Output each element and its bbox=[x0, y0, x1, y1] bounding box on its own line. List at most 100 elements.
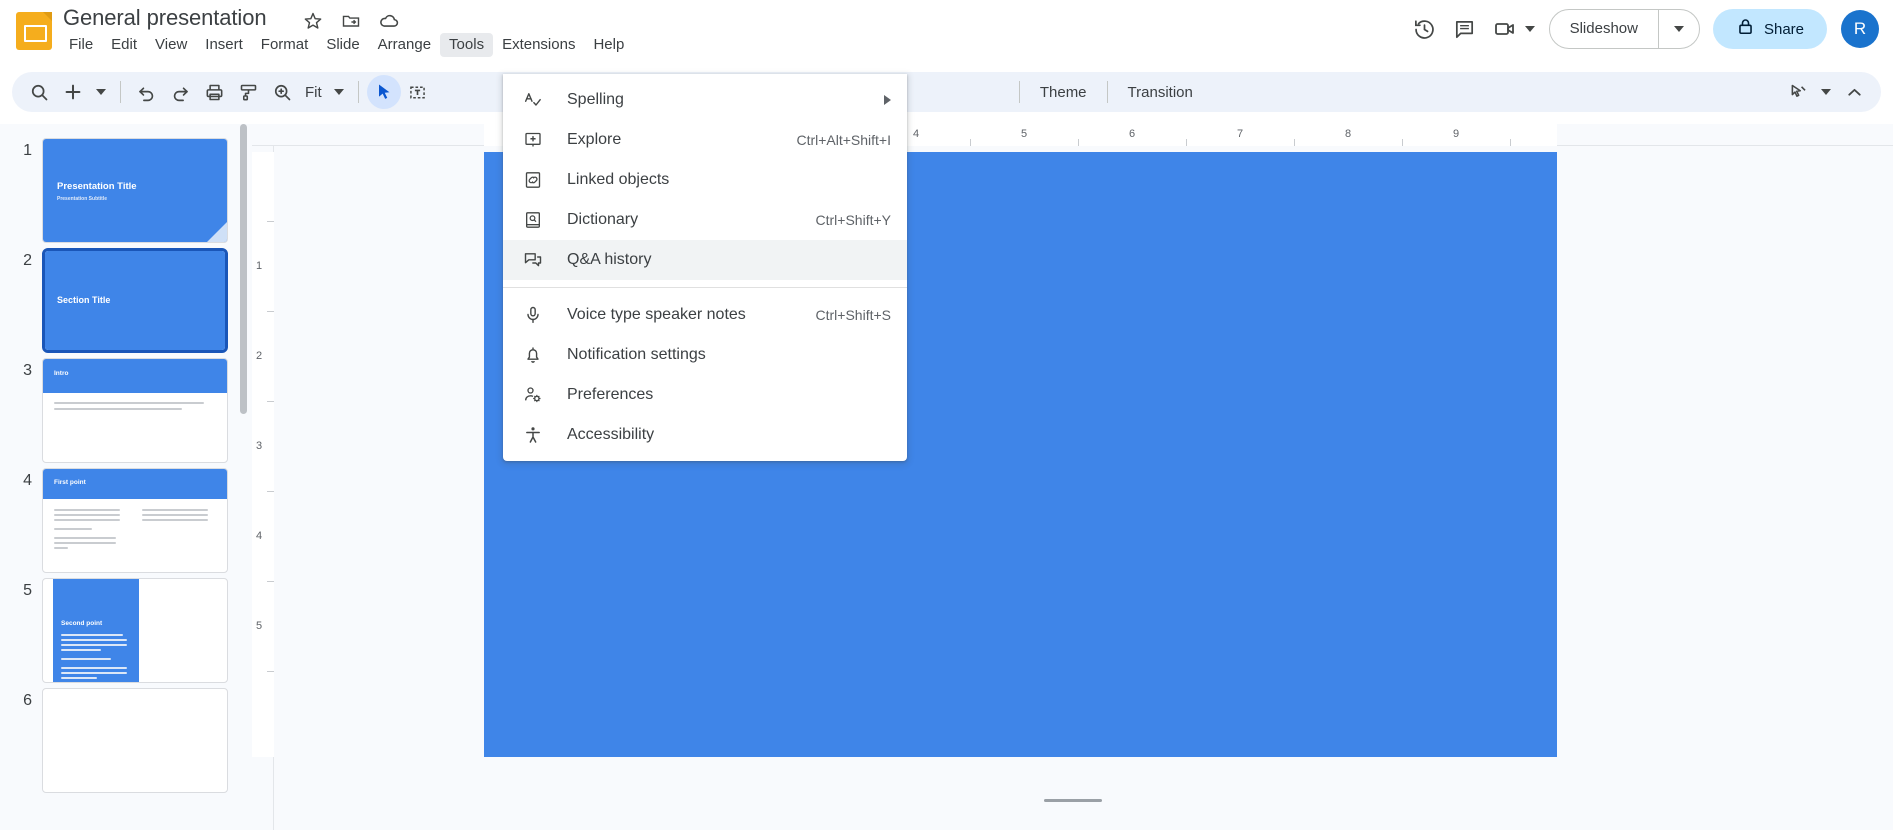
menu-format[interactable]: Format bbox=[252, 33, 318, 57]
menu-item-voice-type-speaker-notes[interactable]: Voice type speaker notes Ctrl+Shift+S bbox=[503, 295, 907, 335]
slide-number: 2 bbox=[23, 252, 32, 269]
ruler-tick-v: 5 bbox=[256, 620, 263, 632]
menu-arrange[interactable]: Arrange bbox=[369, 33, 440, 57]
text-box-icon[interactable] bbox=[401, 75, 435, 109]
zoom-chevron-down-icon[interactable] bbox=[328, 75, 350, 109]
menu-bar: File Edit View Insert Format Slide Arran… bbox=[60, 33, 633, 57]
slideshow-options-button[interactable] bbox=[1659, 10, 1699, 48]
filmstrip-slide-2[interactable]: 2 Section Title bbox=[0, 248, 252, 356]
menu-item-label: Explore bbox=[567, 131, 622, 148]
filmstrip-slide-4[interactable]: 4 First point bbox=[0, 468, 252, 576]
share-button[interactable]: Share bbox=[1712, 9, 1827, 49]
menu-insert[interactable]: Insert bbox=[196, 33, 252, 57]
menu-item-label: Spelling bbox=[567, 91, 624, 108]
menu-item-dictionary[interactable]: Dictionary Ctrl+Shift+Y bbox=[503, 200, 907, 240]
laser-pointer-icon[interactable] bbox=[1781, 75, 1815, 109]
main-toolbar: Fit Theme Transition bbox=[12, 72, 1881, 112]
menu-help[interactable]: Help bbox=[584, 33, 633, 57]
ruler-tick-h: 6 bbox=[1128, 128, 1136, 140]
add-slide-chevron-down-icon[interactable] bbox=[90, 75, 112, 109]
thumb-title: Second point bbox=[61, 620, 103, 627]
bell-icon bbox=[521, 343, 545, 367]
ruler-active-region-v bbox=[252, 152, 274, 757]
explore-icon bbox=[521, 128, 545, 152]
filmstrip-slide-1[interactable]: 1 Presentation Title Presentation Subtit… bbox=[0, 138, 252, 246]
cloud-saved-icon[interactable] bbox=[378, 10, 400, 32]
comment-icon[interactable] bbox=[1445, 9, 1485, 49]
theme-button[interactable]: Theme bbox=[1028, 78, 1099, 107]
lock-icon bbox=[1736, 17, 1755, 41]
menu-item-qa-history[interactable]: Q&A history bbox=[503, 240, 907, 280]
speaker-notes-resize-handle[interactable] bbox=[1043, 799, 1102, 802]
meet-camera-icon[interactable] bbox=[1485, 9, 1525, 49]
collapse-toolbar-icon[interactable] bbox=[1837, 75, 1871, 109]
microphone-icon bbox=[521, 303, 545, 327]
avatar[interactable]: R bbox=[1841, 10, 1879, 48]
thumb-title: Presentation Title bbox=[57, 181, 137, 192]
print-icon[interactable] bbox=[197, 75, 231, 109]
menu-separator bbox=[503, 287, 907, 288]
linked-objects-icon bbox=[521, 168, 545, 192]
star-icon[interactable] bbox=[302, 10, 324, 32]
menu-item-linked-objects[interactable]: Linked objects bbox=[503, 160, 907, 200]
slide-filmstrip[interactable]: 1 Presentation Title Presentation Subtit… bbox=[0, 124, 252, 830]
menu-item-spelling[interactable]: Spelling bbox=[503, 80, 907, 120]
slide-thumbnail[interactable] bbox=[42, 688, 228, 793]
meet-button[interactable] bbox=[1485, 9, 1537, 49]
menu-tools[interactable]: Tools bbox=[440, 33, 494, 57]
menu-view[interactable]: View bbox=[146, 33, 196, 57]
search-icon[interactable] bbox=[22, 75, 56, 109]
menu-slide[interactable]: Slide bbox=[317, 33, 368, 57]
thumb-title: First point bbox=[54, 479, 86, 486]
google-slides-window: General presentation File Edit View Inse… bbox=[0, 0, 1893, 830]
menu-item-label: Q&A history bbox=[567, 251, 652, 268]
thumb-header-band bbox=[43, 359, 227, 393]
slide-number: 5 bbox=[23, 582, 32, 599]
document-title[interactable]: General presentation bbox=[63, 5, 267, 31]
redo-icon[interactable] bbox=[163, 75, 197, 109]
menu-item-label: Notification settings bbox=[567, 346, 706, 363]
add-slide-icon[interactable] bbox=[56, 75, 90, 109]
transition-button[interactable]: Transition bbox=[1116, 78, 1205, 107]
undo-icon[interactable] bbox=[129, 75, 163, 109]
slide-number: 4 bbox=[23, 472, 32, 489]
move-to-folder-icon[interactable] bbox=[340, 10, 362, 32]
zoom-icon[interactable] bbox=[265, 75, 299, 109]
slide-thumbnail[interactable]: First point bbox=[42, 468, 228, 573]
slide-thumbnail[interactable]: Second point bbox=[42, 578, 228, 683]
horizontal-ruler[interactable]: 1 2 3 4 5 6 7 8 9 bbox=[252, 124, 1893, 146]
thumb-title: Intro bbox=[54, 370, 69, 377]
menu-item-notification-settings[interactable]: Notification settings bbox=[503, 335, 907, 375]
menu-file[interactable]: File bbox=[60, 33, 102, 57]
version-history-icon[interactable] bbox=[1405, 9, 1445, 49]
ruler-tick-h: 9 bbox=[1452, 128, 1460, 140]
menu-item-accessibility[interactable]: Accessibility bbox=[503, 415, 907, 455]
slide-thumbnail[interactable]: Intro bbox=[42, 358, 228, 463]
filmstrip-slide-3[interactable]: 3 Intro bbox=[0, 358, 252, 466]
menu-item-shortcut: Ctrl+Alt+Shift+I bbox=[796, 132, 891, 148]
meet-chevron-down-icon[interactable] bbox=[1524, 26, 1535, 32]
select-cursor-icon[interactable] bbox=[366, 75, 401, 109]
slide-thumbnail-selected[interactable]: Section Title bbox=[42, 248, 228, 353]
pointer-chevron-down-icon[interactable] bbox=[1815, 75, 1837, 109]
dictionary-icon bbox=[521, 208, 545, 232]
qa-history-icon bbox=[521, 248, 545, 272]
menu-item-label: Preferences bbox=[567, 386, 654, 403]
tools-dropdown-menu[interactable]: Spelling Explore Ctrl+Alt+Shift+I Linked… bbox=[503, 74, 907, 461]
slideshow-button[interactable]: Slideshow bbox=[1548, 9, 1700, 49]
share-label: Share bbox=[1763, 20, 1804, 38]
slide-thumbnail[interactable]: Presentation Title Presentation Subtitle bbox=[42, 138, 228, 243]
zoom-level-label[interactable]: Fit bbox=[299, 84, 328, 101]
menu-item-label: Linked objects bbox=[567, 171, 670, 188]
spelling-icon bbox=[521, 88, 545, 112]
vertical-ruler[interactable]: 1 2 3 4 5 bbox=[252, 146, 274, 830]
menu-item-explore[interactable]: Explore Ctrl+Alt+Shift+I bbox=[503, 120, 907, 160]
menu-extensions[interactable]: Extensions bbox=[493, 33, 584, 57]
filmstrip-slide-6[interactable]: 6 bbox=[0, 688, 252, 796]
menu-item-preferences[interactable]: Preferences bbox=[503, 375, 907, 415]
menu-edit[interactable]: Edit bbox=[102, 33, 146, 57]
paint-format-icon[interactable] bbox=[231, 75, 265, 109]
thumb-body-line bbox=[54, 408, 182, 411]
toolbar-divider-2 bbox=[357, 81, 359, 103]
filmstrip-slide-5[interactable]: 5 Second point bbox=[0, 578, 252, 686]
